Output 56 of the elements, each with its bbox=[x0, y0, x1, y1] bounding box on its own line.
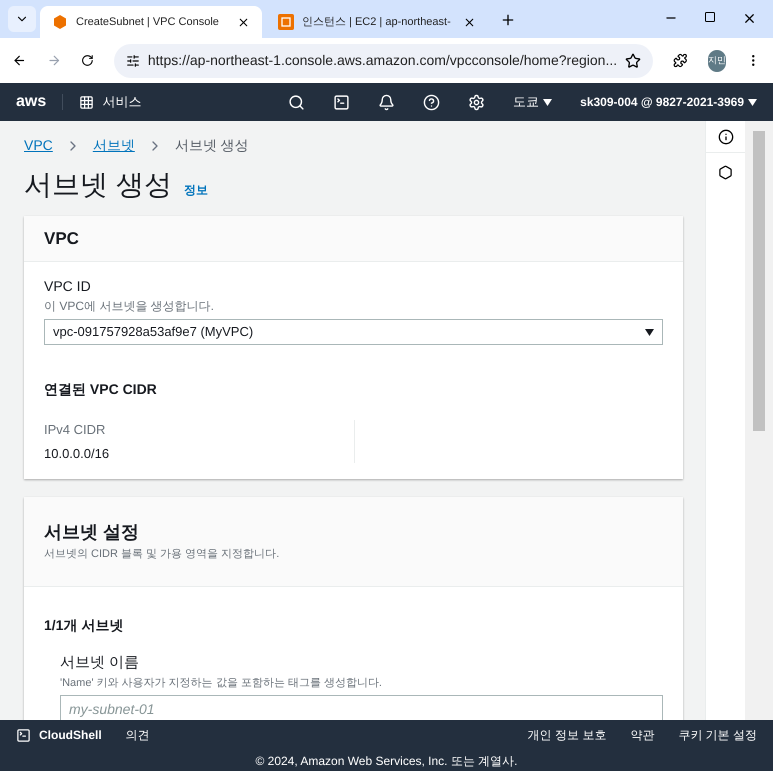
info-icon[interactable] bbox=[718, 128, 734, 144]
services-menu[interactable]: 서비스 bbox=[63, 92, 142, 112]
cloudshell-link[interactable]: CloudShell bbox=[16, 726, 102, 744]
aws-logo[interactable]: aws bbox=[16, 94, 64, 110]
card-description: 서브넷의 CIDR 블록 및 가용 영역을 지정합니다. bbox=[44, 547, 280, 562]
vpc-select[interactable]: vpc-091757928a53af9e7 (MyVPC) bbox=[44, 319, 663, 345]
card-title: 서브넷 설정 bbox=[44, 521, 140, 544]
tab-title: 인스턴스 | EC2 | ap-northeast- bbox=[302, 14, 452, 30]
cidr-label: IPv4 CIDR bbox=[44, 421, 106, 439]
caret-icon bbox=[645, 328, 654, 336]
footer-link[interactable]: 개인 정보 보호 bbox=[528, 726, 606, 744]
field-label: VPC ID bbox=[44, 277, 92, 296]
caret-icon bbox=[748, 98, 757, 106]
caret-icon bbox=[543, 98, 552, 106]
reload-icon[interactable] bbox=[81, 53, 94, 68]
terminal-icon[interactable] bbox=[333, 94, 350, 110]
settings-icon[interactable] bbox=[468, 94, 486, 110]
extensions-icon[interactable] bbox=[673, 52, 688, 69]
tab-title: CreateSubnet | VPC Console bbox=[76, 14, 220, 30]
breadcrumb-link[interactable]: VPC bbox=[24, 135, 53, 156]
browser-tab[interactable]: CreateSubnet | VPC Console bbox=[40, 6, 262, 38]
cidr-value: 10.0.0.0/16 bbox=[44, 444, 110, 462]
region-menu[interactable]: 도쿄 bbox=[513, 92, 552, 112]
url-text: https://ap-northeast-1.console.aws.amazon.com/vpcconsole/home?region... bbox=[148, 51, 618, 70]
close-icon[interactable] bbox=[237, 16, 250, 28]
account-menu[interactable]: sk309-004 @ 9827-2021-3969 bbox=[580, 93, 757, 111]
tab-list-button[interactable] bbox=[8, 6, 36, 32]
footer-link[interactable]: 약관 bbox=[630, 726, 654, 744]
copyright-text: © 2024, Amazon Web Services, Inc. 또는 계열사. bbox=[254, 753, 519, 770]
grid-icon bbox=[79, 94, 94, 110]
address-bar[interactable]: https://ap-northeast-1.console.aws.amazon.com/vpcconsole/home?region... bbox=[114, 44, 654, 78]
search-icon[interactable] bbox=[288, 94, 306, 110]
close-icon[interactable] bbox=[463, 16, 476, 28]
breadcrumb-link[interactable]: 서브넷 bbox=[92, 135, 135, 156]
feedback-link[interactable]: 의견 bbox=[126, 726, 150, 744]
help-icon[interactable] bbox=[423, 94, 440, 110]
bookmark-icon[interactable] bbox=[625, 52, 642, 68]
info-link[interactable]: 정보 bbox=[184, 181, 208, 199]
maximize-icon[interactable] bbox=[704, 11, 716, 23]
page-title: 서브넷 생성 bbox=[24, 168, 172, 202]
close-icon[interactable] bbox=[742, 11, 757, 26]
notifications-icon[interactable] bbox=[378, 94, 396, 110]
breadcrumb-current: 서브넷 생성 bbox=[174, 136, 249, 155]
field-label: 서브넷 이름 bbox=[60, 653, 140, 673]
field-hint: 'Name' 키와 사용자가 지정하는 값을 포함하는 태그를 생성합니다. bbox=[60, 676, 383, 690]
profile-avatar[interactable]: 지민 bbox=[708, 50, 726, 72]
terminal-icon bbox=[16, 728, 31, 742]
subnet-count: 1/1개 서브넷 bbox=[44, 616, 124, 635]
field-hint: 이 VPC에 서브넷을 생성합니다. bbox=[44, 298, 216, 315]
card-title: VPC bbox=[44, 228, 79, 250]
section-title: 연결된 VPC CIDR bbox=[44, 380, 158, 399]
new-tab-icon[interactable] bbox=[500, 12, 516, 28]
browser-tab[interactable]: 인스턴스 | EC2 | ap-northeast- bbox=[266, 6, 488, 38]
site-settings-icon[interactable] bbox=[126, 54, 140, 68]
hexagon-icon[interactable] bbox=[718, 165, 733, 180]
footer-link[interactable]: 쿠키 기본 설정 bbox=[678, 726, 757, 744]
